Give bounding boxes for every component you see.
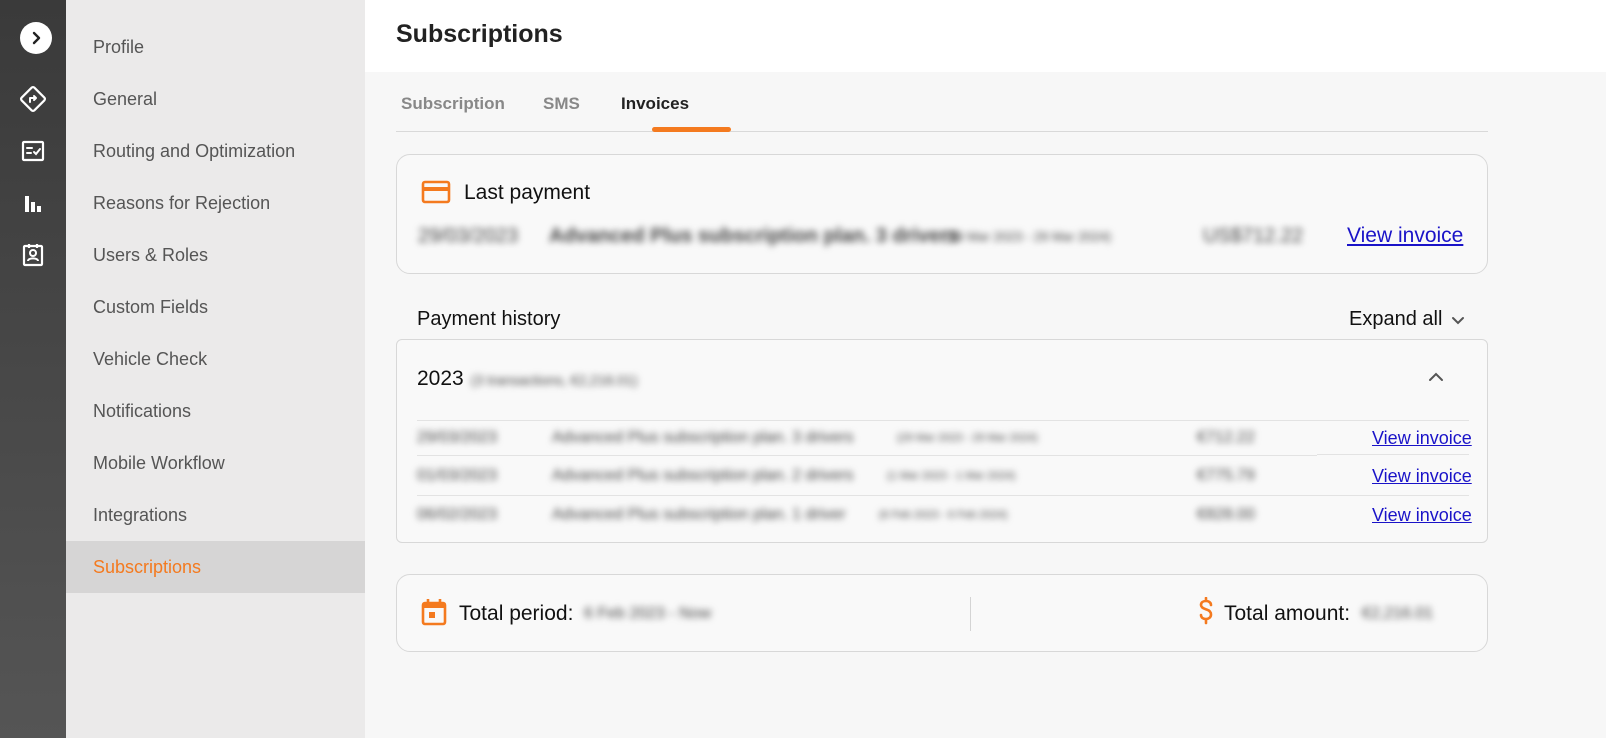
settings-menu: Profile General Routing and Optimization… (66, 0, 365, 738)
invoice-row-3-view-link[interactable]: View invoice (1372, 505, 1472, 526)
invoice-row-2-amount: €775.79 (1197, 467, 1255, 484)
calendar-icon (421, 599, 447, 626)
invoice-row-2-view-link[interactable]: View invoice (1372, 466, 1472, 487)
menu-item-rejection-reasons[interactable]: Reasons for Rejection (66, 177, 365, 229)
invoice-row-1-description: Advanced Plus subscription plan. 3 drive… (552, 429, 854, 446)
tab-bar: Subscription SMS Invoices (396, 84, 1488, 132)
payment-history-card: 2023 (3 transactions, €2,216.01) 29/03/2… (396, 339, 1488, 543)
invoice-row-1-amount: €712.22 (1197, 429, 1255, 446)
main-content: Subscriptions Subscription SMS Invoices … (365, 0, 1606, 738)
total-period-value: 6 Feb 2023 - Now (584, 605, 712, 622)
credit-card-icon (421, 180, 451, 204)
total-period-label: Total period: (459, 602, 574, 625)
last-payment-view-invoice-link[interactable]: View invoice (1347, 224, 1463, 248)
chevron-down-icon (1452, 316, 1465, 324)
year-heading: 2023 (417, 367, 464, 390)
tab-sms[interactable]: SMS (543, 94, 580, 114)
tasks-nav-button[interactable] (18, 136, 48, 166)
menu-item-vehicle-check[interactable]: Vehicle Check (66, 333, 365, 385)
menu-item-custom-fields[interactable]: Custom Fields (66, 281, 365, 333)
last-payment-amount: US$712.22 (1203, 225, 1304, 247)
total-amount-label: Total amount: (1224, 602, 1351, 625)
invoice-row-2-period: (1 Mar 2023 - 1 Mar 2024) (887, 470, 1016, 482)
row-divider (417, 495, 1469, 496)
bar-chart-icon (25, 196, 41, 212)
tab-subscription[interactable]: Subscription (401, 94, 505, 114)
contact-card-icon (22, 244, 44, 267)
last-payment-date: 29/03/2023 (418, 225, 519, 247)
totals-divider (970, 597, 971, 631)
menu-item-integrations[interactable]: Integrations (66, 489, 365, 541)
menu-item-profile[interactable]: Profile (66, 21, 365, 73)
last-payment-description: Advanced Plus subscription plan. 3 drive… (549, 225, 960, 247)
dollar-icon (1199, 597, 1213, 625)
analytics-nav-button[interactable] (18, 188, 48, 218)
last-payment-card: Last payment 29/03/2023 Advanced Plus su… (396, 154, 1488, 274)
invoice-row-1-date: 29/03/2023 (417, 429, 498, 446)
menu-item-general[interactable]: General (66, 73, 365, 125)
total-amount-value: €2,216.01 (1362, 605, 1434, 622)
invoice-row-2-description: Advanced Plus subscription plan. 2 drive… (552, 467, 854, 484)
invoice-row-2-date: 01/03/2023 (417, 467, 498, 484)
invoice-row-1-view-link[interactable]: View invoice (1372, 428, 1472, 449)
chevron-right-icon (32, 31, 41, 45)
active-tab-indicator (652, 127, 731, 132)
route-icon (20, 86, 46, 112)
routes-nav-button[interactable] (18, 84, 48, 114)
invoice-row-3-description: Advanced Plus subscription plan. 1 drive… (552, 506, 846, 523)
payment-history-title: Payment history (417, 308, 561, 330)
menu-item-mobile-workflow[interactable]: Mobile Workflow (66, 437, 365, 489)
menu-item-notifications[interactable]: Notifications (66, 385, 365, 437)
invoice-row-3-period: (6 Feb 2023 - 6 Feb 2024) (879, 509, 1008, 521)
chevron-up-icon[interactable] (1427, 368, 1445, 386)
expand-sidebar-button[interactable] (20, 22, 52, 54)
row-divider (1317, 454, 1469, 455)
menu-item-users-roles[interactable]: Users & Roles (66, 229, 365, 281)
page-title: Subscriptions (396, 20, 563, 48)
row-divider (417, 420, 1469, 421)
icon-rail (0, 0, 66, 738)
page-header: Subscriptions (365, 0, 1606, 72)
last-payment-title: Last payment (464, 181, 591, 204)
tab-invoices[interactable]: Invoices (621, 94, 689, 114)
menu-item-subscriptions[interactable]: Subscriptions (66, 541, 365, 593)
year-summary: (3 transactions, €2,216.01) (471, 372, 638, 388)
contacts-nav-button[interactable] (18, 240, 48, 270)
invoice-row-1-period: (29 Mar 2023 - 29 Mar 2024) (897, 432, 1038, 444)
expand-all-label: Expand all (1349, 308, 1443, 330)
invoice-row-3-amount: €828.00 (1197, 506, 1255, 523)
expand-all-button[interactable]: Expand all (1349, 308, 1466, 331)
last-payment-period: (29 Mar 2023 - 29 Mar 2024) (945, 229, 1112, 244)
checklist-icon (21, 140, 45, 162)
row-divider (417, 455, 1317, 456)
totals-card: Total period: 6 Feb 2023 - Now Total amo… (396, 574, 1488, 652)
menu-item-routing[interactable]: Routing and Optimization (66, 125, 365, 177)
invoice-row-3-date: 06/02/2023 (417, 506, 498, 523)
